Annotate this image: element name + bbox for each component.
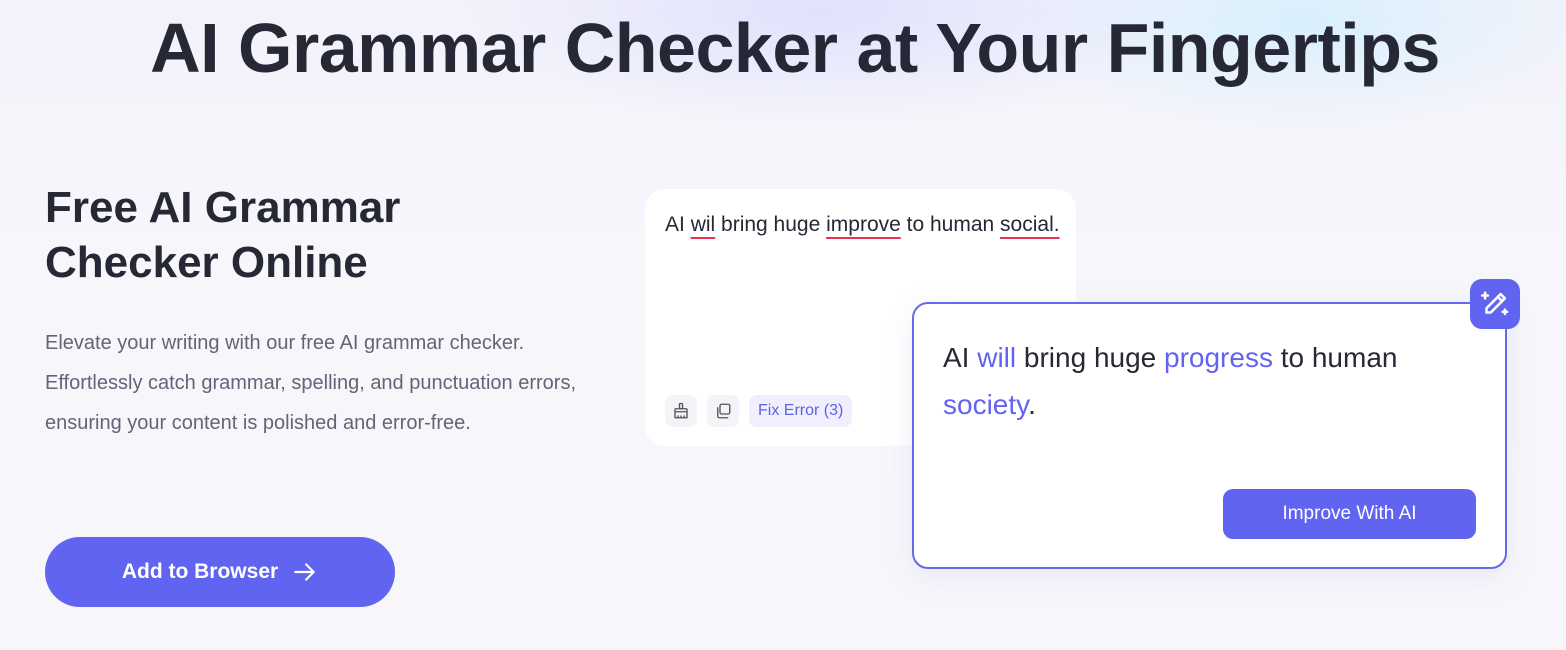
intro-section: Free AI Grammar Checker Online Elevate y… xyxy=(45,180,605,443)
corrected-word: progress xyxy=(1164,342,1273,373)
error-word[interactable]: improve xyxy=(826,213,901,236)
section-title-line2: Checker Online xyxy=(45,238,368,287)
text-segment: bring huge xyxy=(715,213,827,236)
copy-icon xyxy=(717,403,731,419)
text-segment: to human xyxy=(900,213,1001,236)
error-word[interactable]: wil xyxy=(691,213,716,236)
fix-error-button[interactable]: Fix Error (3) xyxy=(749,395,853,427)
input-text[interactable]: AI wil bring huge improve to human socia… xyxy=(665,209,1065,240)
brush-icon xyxy=(674,402,688,419)
text-segment: . xyxy=(1028,389,1036,420)
add-to-browser-label: Add to Browser xyxy=(121,560,279,583)
hero-title: AI Grammar Checker at Your Fingertips xyxy=(150,9,1440,87)
result-card: AI will bring huge progress to human soc… xyxy=(912,302,1507,569)
section-title-line1: Free AI Grammar xyxy=(45,183,401,232)
clear-button[interactable] xyxy=(665,395,697,427)
text-segment: to human xyxy=(1272,342,1398,373)
improve-with-ai-button[interactable]: Improve With AI xyxy=(1223,489,1476,539)
arrow-right-icon xyxy=(294,563,315,581)
text-segment: AI xyxy=(665,213,691,236)
error-word[interactable]: social. xyxy=(1000,213,1060,236)
text-segment: bring huge xyxy=(1016,342,1165,373)
magic-pen-icon xyxy=(1480,291,1509,316)
ai-badge xyxy=(1470,279,1520,329)
corrected-word: will xyxy=(977,342,1017,373)
corrected-word: society xyxy=(943,389,1029,420)
input-toolbar: Fix Error (3) xyxy=(665,395,853,427)
copy-button[interactable] xyxy=(707,395,739,427)
section-title: Free AI Grammar Checker Online xyxy=(45,180,605,290)
corrected-text: AI will bring huge progress to human soc… xyxy=(943,334,1483,428)
section-description: Elevate your writing with our free AI gr… xyxy=(45,332,576,434)
text-segment: AI xyxy=(943,342,978,373)
add-to-browser-button[interactable]: Add to Browser xyxy=(45,537,395,607)
